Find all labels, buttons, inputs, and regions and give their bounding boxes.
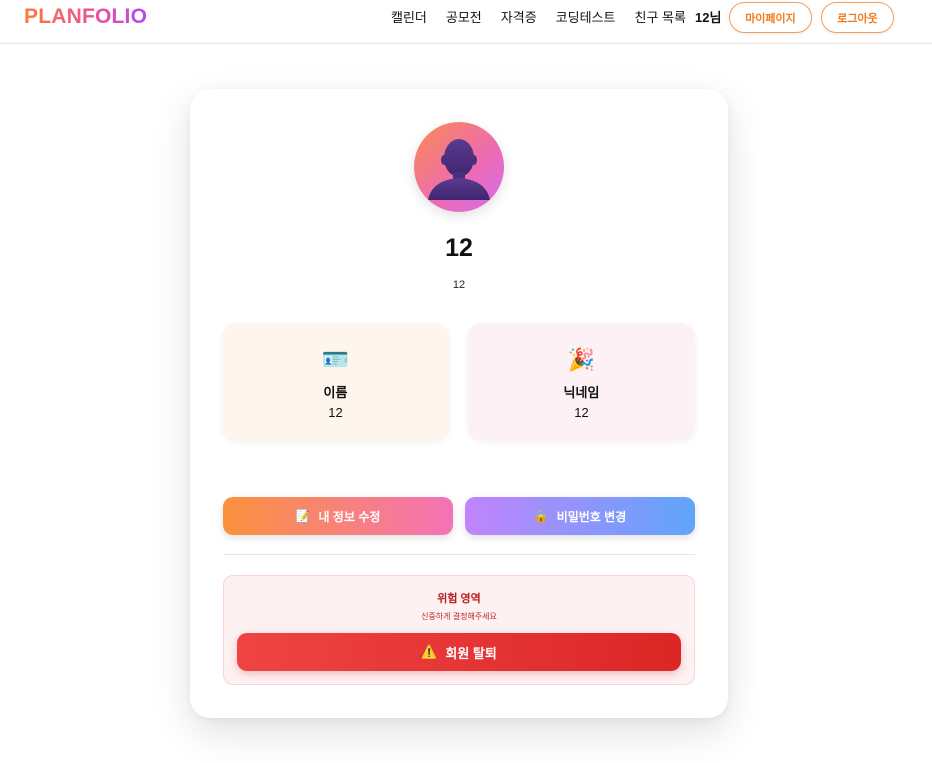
info-label: 닉네임 [563, 385, 600, 400]
nav-friends[interactable]: 친구 목록 [634, 9, 685, 27]
mypage-button[interactable]: 마이페이지 [729, 2, 812, 33]
party-popper-icon: 🎉 [567, 347, 596, 372]
nav-contest[interactable]: 공모전 [446, 9, 482, 27]
profile-card: 12 12 🪪 이름 12 🎉 닉네임 12 📝 내 정보 수정 🔒 비밀번호 … [190, 89, 728, 718]
change-password-label: 비밀번호 변경 [556, 509, 627, 524]
info-label: 이름 [323, 385, 348, 400]
edit-profile-label: 내 정보 수정 [318, 509, 381, 524]
memo-icon: 📝 [295, 509, 311, 523]
user-silhouette-icon [428, 139, 490, 200]
withdraw-button[interactable]: ⚠️ 회원 탈퇴 [237, 633, 681, 671]
info-card-nickname: 🎉 닉네임 12 [468, 323, 695, 440]
nav-calendar[interactable]: 캘린더 [391, 9, 427, 27]
lock-icon: 🔒 [533, 509, 549, 523]
divider [223, 554, 695, 555]
planfolio-logo[interactable]: PLANFOLIO [24, 6, 147, 28]
danger-zone: 위험 영역 신중하게 결정해주세요 ⚠️ 회원 탈퇴 [223, 575, 695, 685]
id-card-icon: 🪪 [321, 347, 350, 372]
profile-name: 12 [445, 234, 473, 262]
user-greeting: 12님 [695, 10, 722, 25]
profile-subtitle: 12 [452, 279, 466, 291]
top-header: PLANFOLIO 캘린더 공모전 자격증 코딩테스트 친구 목록 12님 마이… [0, 0, 932, 44]
info-value: 12 [574, 405, 589, 420]
logout-button[interactable]: 로그아웃 [821, 2, 894, 33]
danger-subtitle: 신중하게 결정해주세요 [421, 612, 497, 621]
info-card-name: 🪪 이름 12 [222, 323, 449, 440]
withdraw-label: 회원 탈퇴 [445, 645, 497, 661]
warning-icon: ⚠️ [421, 644, 438, 659]
avatar [414, 122, 504, 212]
main-nav: 캘린더 공모전 자격증 코딩테스트 친구 목록 [391, 9, 705, 27]
nav-coding-test[interactable]: 코딩테스트 [556, 9, 616, 27]
nav-certificate[interactable]: 자격증 [501, 9, 537, 27]
danger-title: 위험 영역 [437, 593, 481, 605]
change-password-button[interactable]: 🔒 비밀번호 변경 [465, 497, 695, 535]
edit-profile-button[interactable]: 📝 내 정보 수정 [223, 497, 453, 535]
info-value: 12 [328, 405, 343, 420]
